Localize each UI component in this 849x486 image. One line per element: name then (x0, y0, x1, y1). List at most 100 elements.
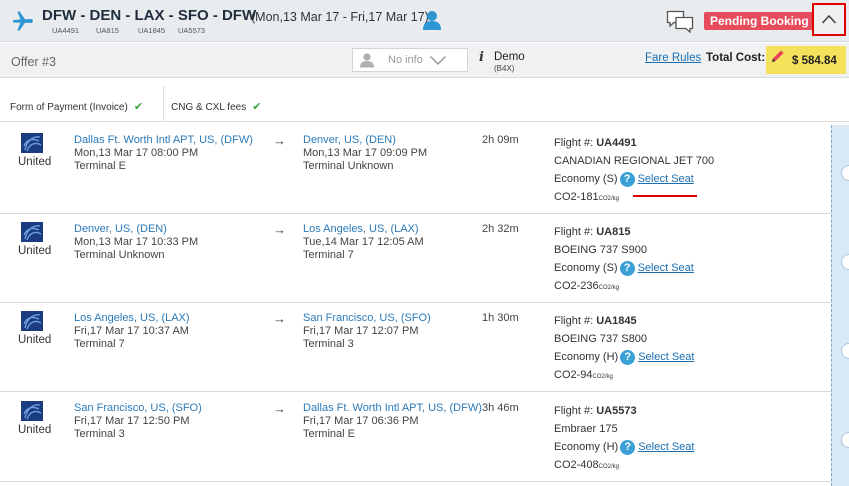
flight-segment: United Los Angeles, US, (LAX) Fri,17 Mar… (0, 303, 831, 392)
flight-segment: United Dallas Ft. Worth Intl APT, US, (D… (0, 125, 831, 214)
flight-number: UA4491 (596, 137, 637, 149)
arrow-right-icon: → (273, 311, 286, 326)
flight-number: UA815 (596, 226, 631, 238)
united-logo-icon (21, 311, 43, 331)
united-logo-icon (21, 222, 43, 242)
departure-terminal: Terminal 7 (74, 338, 125, 350)
departure-city[interactable]: San Francisco, US, (SFO) (74, 402, 202, 415)
traveler-icon[interactable] (421, 9, 443, 31)
departure-terminal: Terminal E (74, 160, 126, 172)
united-logo-icon (21, 401, 43, 421)
select-seat-link[interactable]: Select Seat (638, 441, 694, 453)
flight-details: Flight #: UA1845 BOEING 737 S800 Economy… (554, 312, 694, 386)
aircraft-type: Embraer 175 (554, 423, 618, 435)
help-icon[interactable]: ? (620, 439, 636, 455)
flight-details: Flight #: UA815 BOEING 737 S900 Economy … (554, 223, 694, 297)
total-cost-label: Total Cost: (706, 52, 766, 64)
route-title: DFW - DEN - LAX - SFO - DFW (42, 7, 257, 24)
chevron-down-icon (429, 55, 447, 66)
departure-city[interactable]: Denver, US, (DEN) (74, 223, 198, 236)
departure-info: San Francisco, US, (SFO) Fri,17 Mar 17 1… (74, 402, 202, 441)
arrival-city[interactable]: Denver, US, (DEN) (303, 134, 427, 147)
account-name: Demo (494, 51, 525, 63)
flight-number-label: Flight #: (554, 226, 594, 238)
total-cost-value: $ 584.84 (792, 55, 837, 67)
ticket-notch (841, 254, 849, 270)
edit-pencil-icon[interactable] (770, 48, 786, 64)
departure-info: Denver, US, (DEN) Mon,13 Mar 17 10:33 PM… (74, 223, 198, 262)
airplane-icon (13, 11, 33, 31)
flight-number-label: Flight #: (554, 315, 594, 327)
flight-duration: 3h 46m (482, 402, 519, 414)
help-icon[interactable]: ? (619, 171, 635, 187)
cabin-class: Economy (H) (554, 441, 619, 453)
arrival-datetime: Mon,13 Mar 17 09:09 PM (303, 147, 428, 159)
co2-emission: CO2-94 (554, 369, 593, 381)
select-seat-link[interactable]: Select Seat (638, 351, 694, 363)
arrow-right-icon: → (273, 401, 286, 416)
co2-emission: CO2-236 (554, 280, 599, 292)
select-seat-link[interactable]: Select Seat (638, 262, 694, 274)
collapse-button[interactable] (812, 3, 846, 36)
highlight-underline (633, 195, 697, 197)
traveler-select[interactable]: No info (352, 48, 468, 72)
co2-unit: CO2/kg (598, 464, 619, 470)
arrival-datetime: Fri,17 Mar 17 06:36 PM (303, 415, 419, 427)
airline-name: United (18, 334, 52, 346)
offer-bar: Offer #3 No info i Demo (B4X) Fare Rules… (0, 43, 849, 78)
flight-duration: 2h 09m (482, 134, 519, 146)
payment-bar: Form of Payment (Invoice) ✔ CNG & CXL fee… (0, 86, 849, 122)
flight-segment: United Denver, US, (DEN) Mon,13 Mar 17 1… (0, 214, 831, 303)
departure-datetime: Mon,13 Mar 17 10:33 PM (74, 236, 199, 248)
arrival-city[interactable]: Dallas Ft. Worth Intl APT, US, (DFW) (303, 402, 482, 415)
flight-duration: 1h 30m (482, 312, 519, 324)
flight-duration: 2h 32m (482, 223, 519, 235)
total-cost-box[interactable]: $ 584.84 (766, 46, 846, 74)
departure-city[interactable]: Dallas Ft. Worth Intl APT, US, (DFW) (74, 134, 253, 147)
traveler-select-value: No info (388, 54, 423, 66)
chevron-up-icon (821, 14, 837, 24)
flight-number: UA1845 (596, 315, 637, 327)
flight-code: UA815 (96, 26, 119, 35)
flight-code: UA1845 (138, 26, 166, 35)
help-icon[interactable]: ? (619, 260, 635, 276)
chat-icon[interactable] (666, 9, 694, 33)
ticket-notch (841, 343, 849, 359)
cabin-class: Economy (S) (554, 262, 618, 274)
itinerary-header: DFW - DEN - LAX - SFO - DFW (Mon,13 Mar … (0, 0, 849, 42)
cabin-class: Economy (H) (554, 351, 619, 363)
flight-code: UA4491 (52, 26, 80, 35)
aircraft-type: CANADIAN REGIONAL JET 700 (554, 155, 715, 167)
arrival-info: Dallas Ft. Worth Intl APT, US, (DFW) Fri… (303, 402, 482, 441)
departure-datetime: Fri,17 Mar 17 12:50 PM (74, 415, 190, 427)
airline-name: United (18, 156, 52, 168)
co2-unit: CO2/kg (592, 374, 613, 380)
check-icon: ✔ (133, 101, 144, 113)
flight-number-label: Flight #: (554, 405, 594, 417)
info-icon[interactable]: i (479, 50, 484, 65)
flight-details: Flight #: UA5573 Embraer 175 Economy (H)… (554, 402, 694, 476)
cng-cxl-fees[interactable]: CNG & CXL fees ✔ (171, 100, 261, 113)
trip-dates: (Mon,13 Mar 17 - Fri,17 Mar 17) (251, 10, 429, 24)
departure-terminal: Terminal Unknown (74, 249, 165, 261)
departure-city[interactable]: Los Angeles, US, (LAX) (74, 312, 190, 325)
form-of-payment-label: Form of Payment (Invoice) (10, 102, 128, 113)
form-of-payment[interactable]: Form of Payment (Invoice) ✔ (10, 100, 143, 113)
divider (163, 86, 164, 122)
fare-rules-link[interactable]: Fare Rules (645, 52, 701, 64)
help-icon[interactable]: ? (620, 349, 636, 365)
arrival-city[interactable]: Los Angeles, US, (LAX) (303, 223, 424, 236)
departure-info: Dallas Ft. Worth Intl APT, US, (DFW) Mon… (74, 134, 253, 173)
united-logo-icon (21, 133, 43, 153)
departure-info: Los Angeles, US, (LAX) Fri,17 Mar 17 10:… (74, 312, 190, 351)
arrival-terminal: Terminal 3 (303, 338, 354, 350)
flight-segment: United San Francisco, US, (SFO) Fri,17 M… (0, 393, 831, 482)
departure-terminal: Terminal 3 (74, 428, 125, 440)
cabin-class: Economy (S) (554, 173, 618, 185)
pending-booking-badge: Pending Booking (704, 12, 815, 30)
departure-datetime: Fri,17 Mar 17 10:37 AM (74, 325, 189, 337)
arrival-city[interactable]: San Francisco, US, (SFO) (303, 312, 431, 325)
arrival-datetime: Tue,14 Mar 17 12:05 AM (303, 236, 424, 248)
select-seat-link[interactable]: Select Seat (638, 173, 694, 185)
cng-cxl-fees-label: CNG & CXL fees (171, 102, 247, 113)
